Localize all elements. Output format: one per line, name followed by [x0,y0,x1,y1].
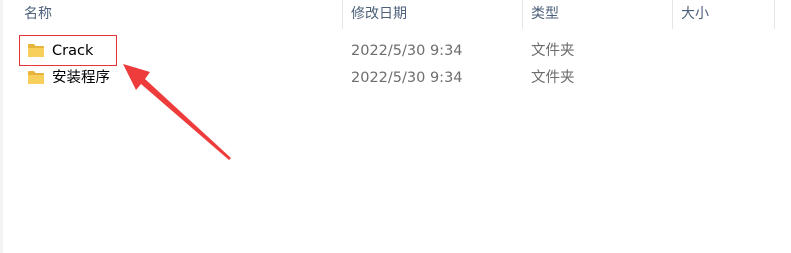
column-header-type[interactable]: 类型 [523,0,673,29]
column-header-row: 名称 修改日期 类型 大小 [0,0,775,29]
column-header-date-modified[interactable]: 修改日期 [343,0,523,29]
file-date-modified: 2022/5/30 9:34 [351,43,463,59]
file-name: 安装程序 [52,70,110,86]
file-type: 文件夹 [531,70,575,86]
annotation-highlight-box [19,35,117,66]
folder-icon [28,71,44,84]
file-explorer: ⌃ 名称 修改日期 类型 大小 Crack 2022/5/30 9:34 文件夹… [0,0,791,253]
column-header-size[interactable]: 大小 [673,0,775,29]
column-header-name[interactable]: 名称 [18,0,343,29]
file-row-crack[interactable]: Crack 2022/5/30 9:34 文件夹 [18,38,775,64]
file-date-modified: 2022/5/30 9:34 [351,70,463,86]
file-row-installer[interactable]: 安装程序 2022/5/30 9:34 文件夹 [18,65,775,91]
left-edge [0,0,3,253]
file-type: 文件夹 [531,43,575,59]
